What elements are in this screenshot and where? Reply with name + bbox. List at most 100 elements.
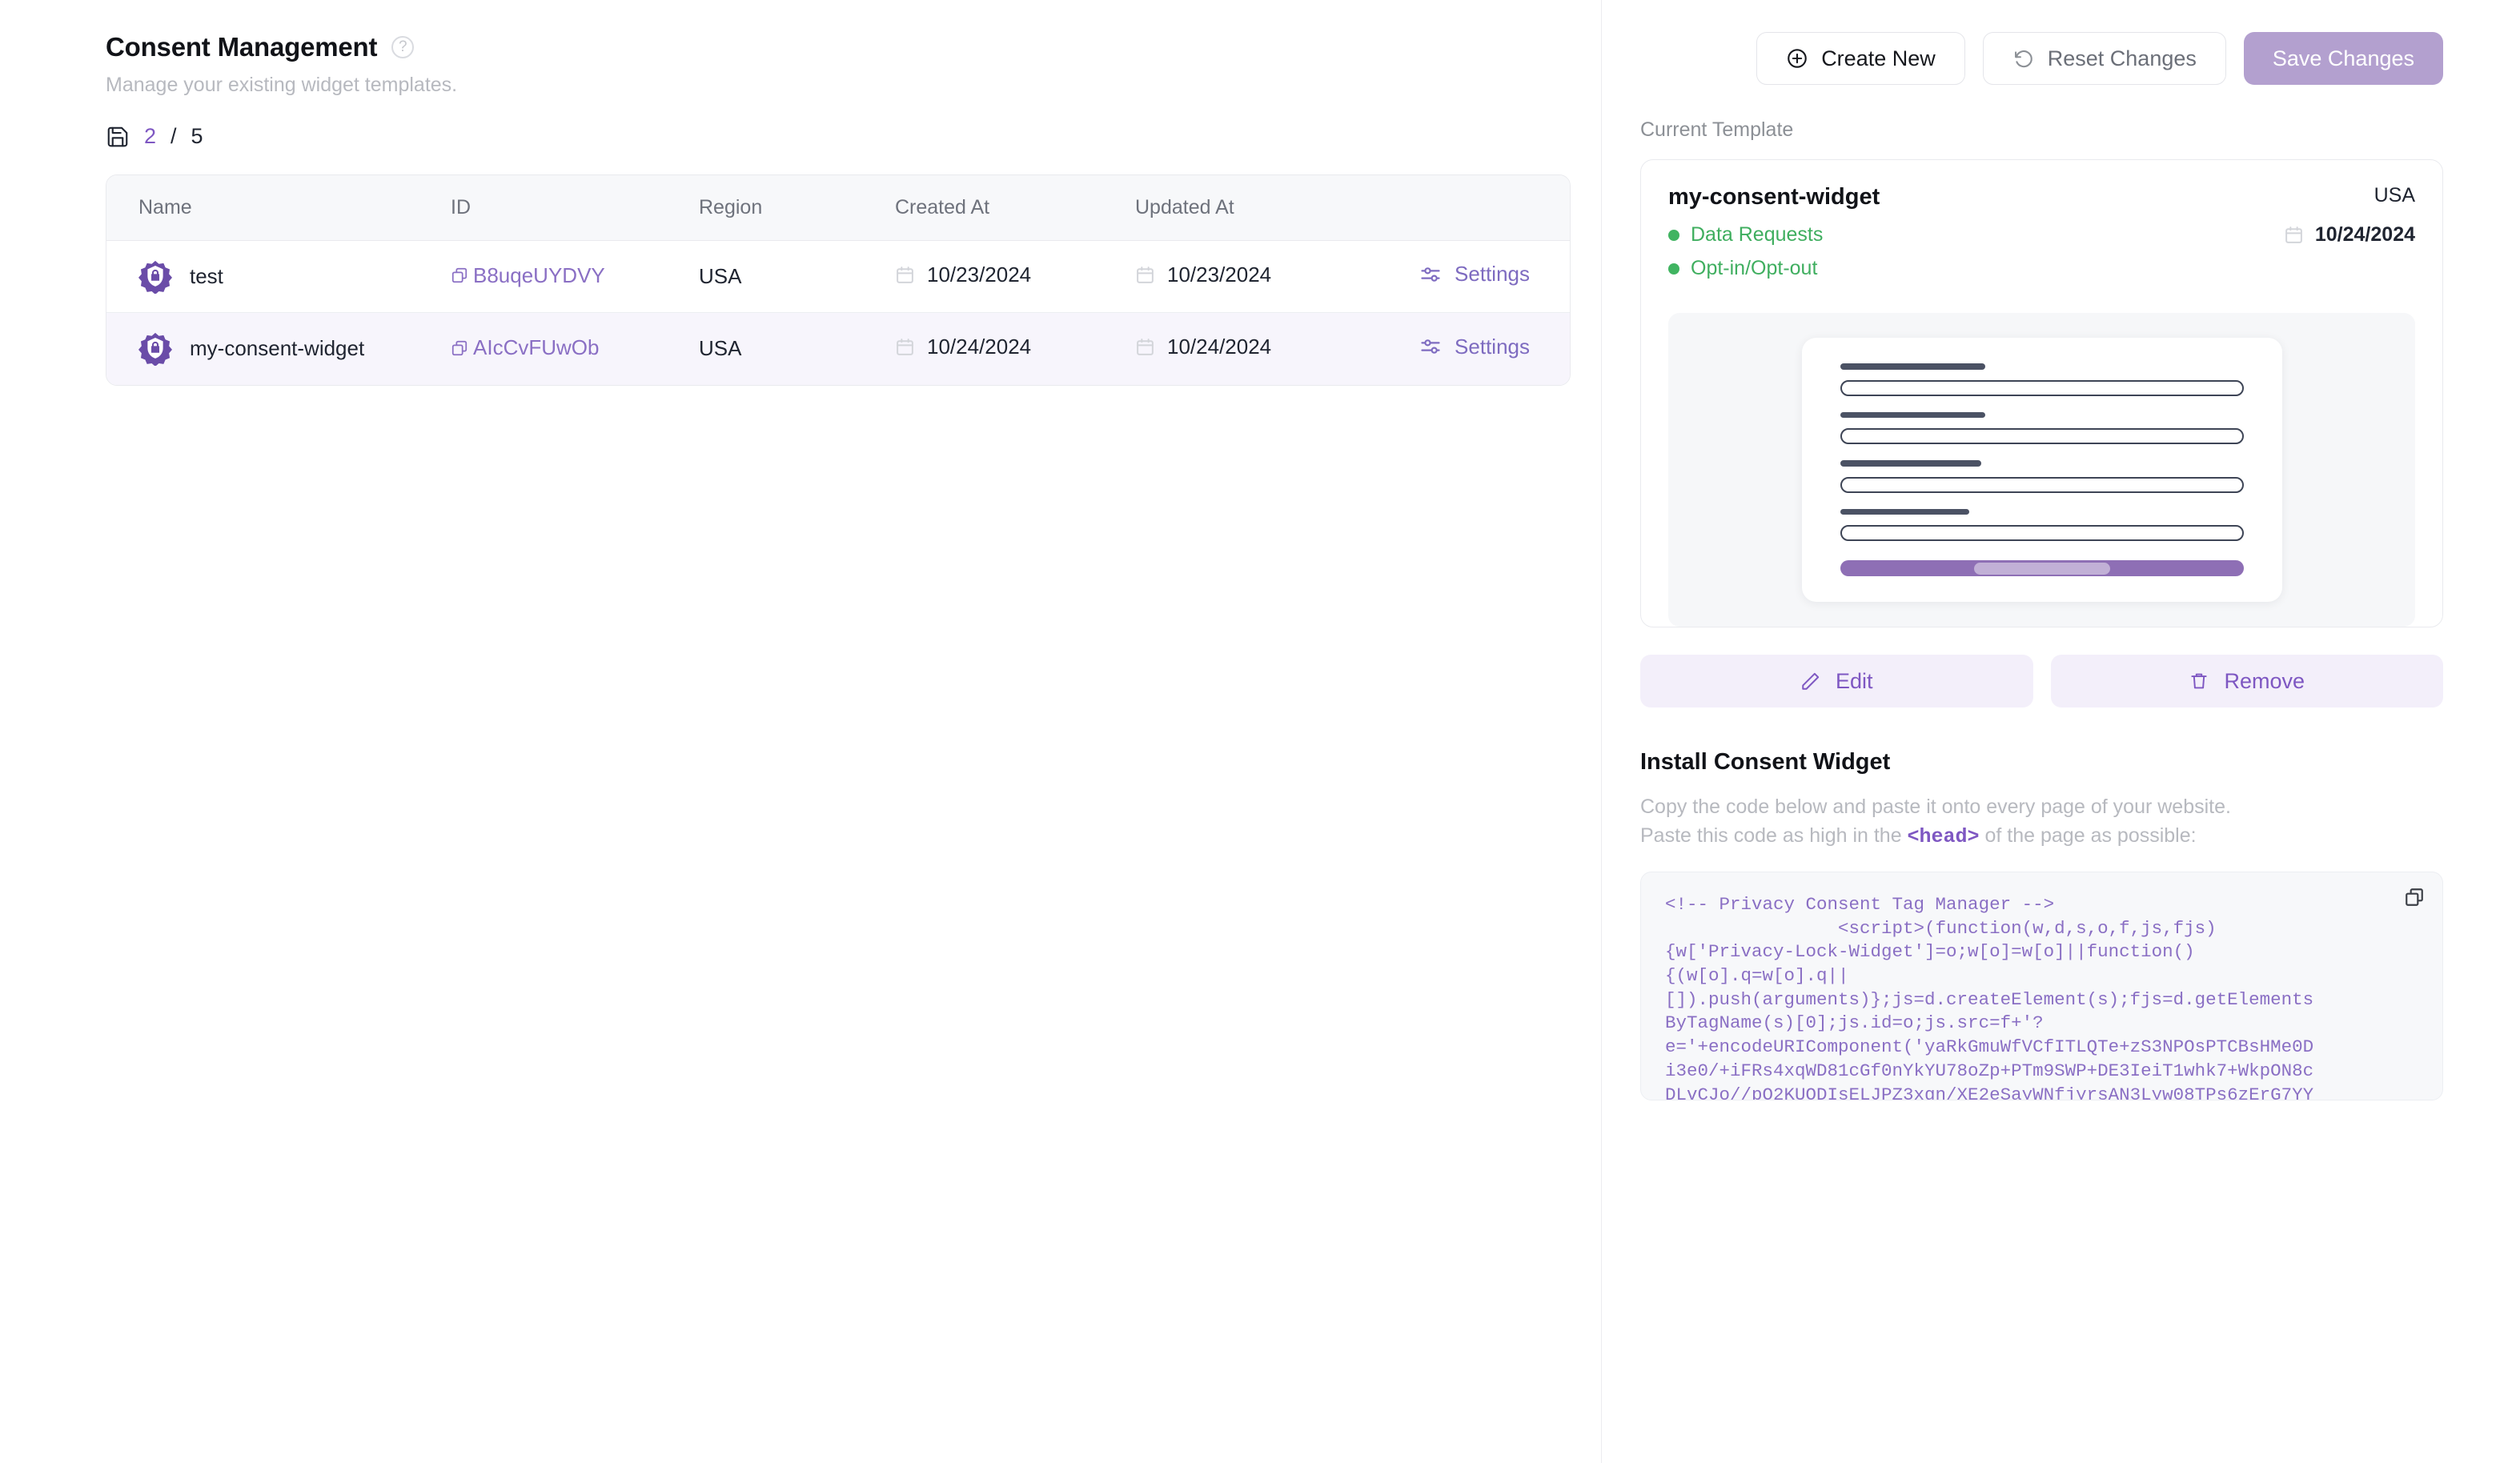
remove-template-button[interactable]: Remove [2050,655,2443,707]
install-desc-line2-after: of the page as possible: [1979,824,2197,847]
widget-preview [1668,313,2415,627]
remove-label: Remove [2224,668,2305,693]
table-row[interactable]: test B8uqeUYDVY USA 10/23/2024 10/23/202… [106,241,1570,313]
row-id-text: AIcCvFUwOb [473,335,600,359]
cell-updated-at: 10/23/2024 [1135,241,1399,313]
page-title: Consent Management [106,32,378,62]
table-row[interactable]: my-consent-widget AIcCvFUwOb USA 10/24/2… [106,312,1570,385]
template-tag: Data Requests [1668,223,1880,247]
row-settings-button[interactable]: Settings [1419,262,1530,287]
trash-icon [2189,671,2209,691]
template-region: USA [2374,184,2415,206]
widget-preview-card [1801,338,2282,602]
cell-actions: Settings [1399,241,1570,313]
edit-label: Edit [1835,668,1873,693]
settings-label: Settings [1455,334,1530,359]
column-header-updated-at: Updated At [1135,175,1399,241]
cell-created-at: 10/24/2024 [895,312,1135,385]
top-actions-toolbar: Create New Reset Changes Save Changes [1640,32,2443,85]
template-tag-label: Opt-in/Opt-out [1691,257,1818,279]
skeleton-submit-label [1973,562,2110,575]
status-dot-icon [1668,263,1679,275]
counter-current: 2 [144,124,157,148]
row-name-text: my-consent-widget [190,336,365,361]
row-name-text: test [190,264,223,288]
created-at-text: 10/24/2024 [927,335,1032,359]
cell-actions: Settings [1399,312,1570,385]
create-new-label: Create New [1821,46,1936,70]
cell-region: USA [699,312,895,385]
head-tag-token: <head> [1907,824,1980,848]
cell-name: my-consent-widget [106,312,451,385]
calendar-icon [895,265,915,285]
template-tag: Opt-in/Opt-out [1668,257,1880,280]
consent-management-page: Consent Management ? Manage your existin… [0,0,2520,1463]
skeleton-label [1840,508,1969,515]
row-settings-button[interactable]: Settings [1419,335,1530,359]
calendar-icon [1135,337,1155,357]
cell-id: B8uqeUYDVY [451,241,699,313]
help-circle-icon[interactable]: ? [391,36,415,58]
skeleton-input [1840,379,2244,396]
copy-id-button[interactable]: B8uqeUYDVY [451,263,605,288]
column-header-created-at: Created At [895,175,1135,241]
template-counter: 2 / 5 [106,124,1601,149]
created-at-text: 10/23/2024 [927,263,1032,287]
privacy-lock-badge-icon [138,260,172,294]
table-header-row: Name ID Region Created At Updated At [106,175,1570,241]
skeleton-label [1840,460,1981,467]
column-header-actions [1399,175,1570,241]
reset-arrow-icon [2012,47,2035,70]
edit-template-button[interactable]: Edit [1640,655,2033,707]
status-dot-icon [1668,229,1679,241]
page-header: Consent Management ? [106,32,1601,62]
templates-table: Name ID Region Created At Updated At tes… [106,174,1571,386]
reset-changes-label: Reset Changes [2047,46,2197,70]
create-new-button[interactable]: Create New [1756,32,1965,85]
install-section-description: Copy the code below and paste it onto ev… [1640,793,2443,851]
calendar-icon [2284,225,2304,245]
skeleton-input [1840,476,2244,493]
install-code-block: <!-- Privacy Consent Tag Manager --> <sc… [1640,872,2443,1100]
row-id-text: B8uqeUYDVY [473,263,605,287]
cell-id: AIcCvFUwOb [451,312,699,385]
column-header-id: ID [451,175,699,241]
column-header-name: Name [106,175,451,241]
calendar-icon [1135,265,1155,285]
reset-changes-button[interactable]: Reset Changes [1982,32,2226,85]
cell-region: USA [699,264,742,288]
right-pane: Create New Reset Changes Save Changes Cu… [1601,0,2520,1463]
skeleton-input [1840,525,2244,542]
page-subtitle: Manage your existing widget templates. [106,74,458,96]
current-template-label: Current Template [1640,118,1794,141]
copy-id-button[interactable]: AIcCvFUwOb [451,335,599,360]
pencil-icon [1800,671,1821,691]
skeleton-label [1840,411,1985,419]
template-date: 10/24/2024 [2284,223,2415,247]
template-date-text: 10/24/2024 [2314,223,2415,246]
settings-label: Settings [1455,262,1530,287]
cell-created-at: 10/23/2024 [895,241,1135,313]
updated-at-text: 10/24/2024 [1167,335,1272,359]
save-changes-label: Save Changes [2272,46,2414,70]
template-name: my-consent-widget [1668,184,1880,210]
calendar-icon [895,337,915,357]
counter-separator: / [171,124,177,148]
left-pane: Consent Management ? Manage your existin… [0,0,1601,1463]
skeleton-input [1840,428,2244,445]
template-card-actions: Edit Remove [1640,655,2443,707]
copy-icon [451,267,468,284]
sliders-icon [1419,335,1442,358]
save-changes-button[interactable]: Save Changes [2243,32,2443,85]
copy-code-button[interactable] [2404,887,2425,908]
install-desc-line1: Copy the code below and paste it onto ev… [1640,796,2231,818]
cell-name: test [106,241,451,313]
skeleton-submit-button [1840,560,2244,576]
skeleton-label [1840,363,1985,370]
save-disk-icon [106,125,130,149]
template-tag-label: Data Requests [1691,223,1824,246]
current-template-card: my-consent-widget Data Requests Opt-in/O… [1640,159,2443,627]
install-desc-line2-before: Paste this code as high in the [1640,824,1908,847]
install-section-title: Install Consent Widget [1640,749,1891,775]
column-header-region: Region [699,175,895,241]
